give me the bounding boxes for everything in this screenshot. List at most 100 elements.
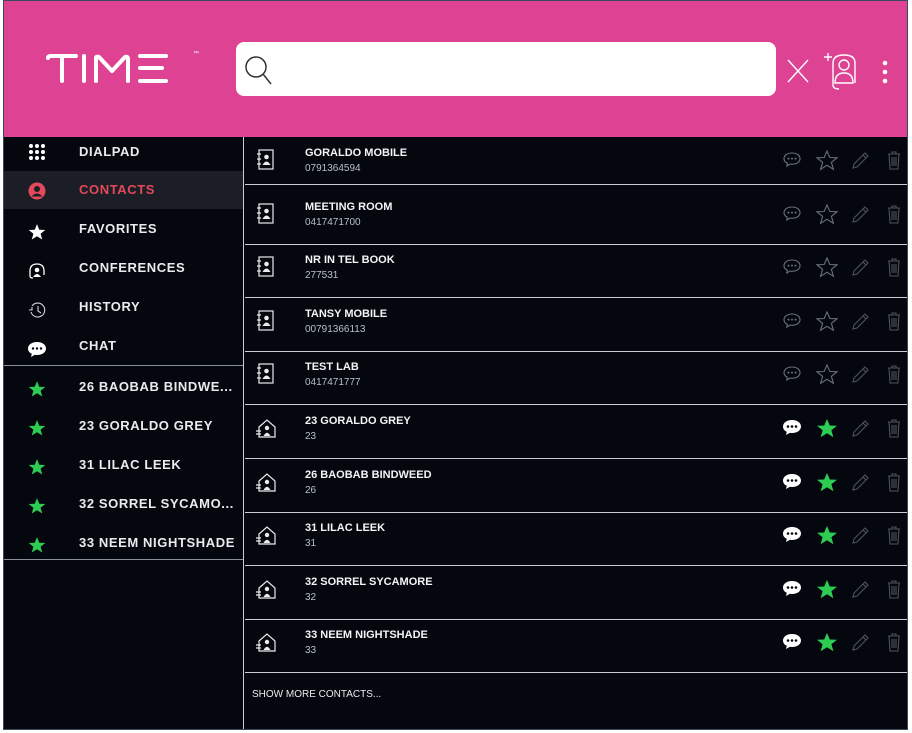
favorite-star-icon[interactable] <box>816 524 838 546</box>
contact-name: NR IN TEL BOOK <box>305 254 395 267</box>
edit-pencil-icon[interactable] <box>849 471 871 493</box>
star-icon <box>26 221 48 243</box>
sidebar-item-conferences[interactable]: CONFERENCES <box>4 249 243 288</box>
favorite-star-icon[interactable] <box>816 471 838 493</box>
chat-icon[interactable] <box>781 578 803 600</box>
favorite-star-icon <box>26 456 48 478</box>
delete-trash-icon[interactable] <box>883 471 905 493</box>
delete-trash-icon[interactable] <box>883 524 905 546</box>
contact-row[interactable]: GORALDO MOBILE 0791364594 <box>245 137 907 185</box>
favorite-star-icon[interactable] <box>816 631 838 653</box>
edit-pencil-icon[interactable] <box>849 310 871 332</box>
favorite-item[interactable]: 26 BAOBAB BINDWE... <box>4 368 243 407</box>
contact-name: 23 GORALDO GREY <box>305 415 411 427</box>
chat-icon[interactable] <box>781 631 803 653</box>
contact-number: 00791366113 <box>305 323 366 335</box>
chat-icon[interactable] <box>781 203 803 225</box>
favorite-item-label: 32 SORREL SYCAMO... <box>79 496 234 511</box>
contact-number: 0417471700 <box>305 216 361 228</box>
internal-contact-icon <box>255 629 277 655</box>
close-icon[interactable] <box>786 57 810 85</box>
contact-number: 0417471777 <box>305 377 361 389</box>
edit-pencil-icon[interactable] <box>849 256 871 278</box>
conference-headset-icon <box>26 260 48 282</box>
sidebar-item-contacts[interactable]: CONTACTS <box>4 171 243 209</box>
chat-icon[interactable] <box>781 417 803 439</box>
delete-trash-icon[interactable] <box>883 203 905 225</box>
search-box[interactable] <box>236 42 776 96</box>
contact-row[interactable]: NR IN TEL BOOK 277531 <box>245 244 907 299</box>
delete-trash-icon[interactable] <box>883 363 905 385</box>
favorite-star-icon[interactable] <box>815 203 839 225</box>
contact-row[interactable]: MEETING ROOM 0417471700 <box>245 191 907 245</box>
favorite-star-icon[interactable] <box>815 256 839 278</box>
edit-pencil-icon[interactable] <box>849 203 871 225</box>
show-more-contacts-link[interactable]: SHOW MORE CONTACTS... <box>252 689 381 700</box>
chat-icon[interactable] <box>781 524 803 546</box>
sidebar-item-label: HISTORY <box>79 299 141 314</box>
contact-number: 31 <box>305 538 317 550</box>
edit-pencil-icon[interactable] <box>849 417 871 439</box>
search-icon <box>245 56 272 85</box>
edit-pencil-icon[interactable] <box>849 631 871 653</box>
favorite-star-icon <box>26 378 48 400</box>
contact-number: 26 <box>305 484 317 496</box>
dialpad-grid-icon <box>26 141 48 163</box>
contact-row[interactable]: 32 SORREL SYCAMORE 32 <box>245 566 907 620</box>
favorite-item[interactable]: 33 NEEM NIGHTSHADE <box>4 524 243 563</box>
sidebar-item-label: CONFERENCES <box>79 260 186 275</box>
favorite-star-icon[interactable] <box>816 578 838 600</box>
chat-bubble-icon <box>26 338 48 360</box>
favorite-item[interactable]: 31 LILAC LEEK <box>4 446 243 485</box>
contact-row[interactable]: 26 BAOBAB BINDWEED 26 <box>245 459 907 513</box>
contact-row[interactable]: TANSY MOBILE 00791366113 <box>245 298 907 352</box>
favorite-star-icon[interactable] <box>815 363 839 385</box>
contact-name: TANSY MOBILE <box>305 307 388 320</box>
favorite-item-label: 33 NEEM NIGHTSHADE <box>79 535 235 550</box>
contact-name: 31 LILAC LEEK <box>305 522 386 535</box>
contact-name: MEETING ROOM <box>305 200 393 213</box>
sidebar-item-chat[interactable]: CHAT <box>4 327 243 366</box>
contact-person-icon <box>26 180 48 202</box>
edit-pencil-icon[interactable] <box>849 524 871 546</box>
delete-trash-icon[interactable] <box>883 417 905 439</box>
delete-trash-icon[interactable] <box>883 631 905 653</box>
edit-pencil-icon[interactable] <box>849 149 871 171</box>
edit-pencil-icon[interactable] <box>849 363 871 385</box>
delete-trash-icon[interactable] <box>883 256 905 278</box>
add-contact-icon[interactable] <box>822 49 858 93</box>
contact-name: 26 BAOBAB BINDWEED <box>305 468 432 481</box>
chat-icon[interactable] <box>781 310 803 332</box>
edit-pencil-icon[interactable] <box>849 578 871 600</box>
sidebar-item-favorites[interactable]: FAVORITES <box>4 210 243 249</box>
sidebar-divider <box>4 559 243 560</box>
favorite-star-icon[interactable] <box>815 149 839 171</box>
sidebar-item-label: CONTACTS <box>79 182 156 197</box>
contact-number: 32 <box>305 591 317 603</box>
delete-trash-icon[interactable] <box>883 578 905 600</box>
contact-row[interactable]: 33 NEEM NIGHTSHADE 33 <box>245 619 907 674</box>
history-clock-icon <box>26 299 48 321</box>
internal-contact-icon <box>255 576 277 602</box>
sidebar-item-label: CHAT <box>79 338 117 353</box>
favorite-item[interactable]: 23 GORALDO GREY <box>4 407 243 446</box>
delete-trash-icon[interactable] <box>883 149 905 171</box>
contact-row[interactable]: TEST LAB 0417471777 <box>245 351 907 406</box>
chat-icon[interactable] <box>781 149 803 171</box>
phonebook-contact-icon <box>255 361 277 387</box>
internal-contact-icon <box>255 522 277 548</box>
chat-icon[interactable] <box>781 363 803 385</box>
search-input[interactable] <box>274 50 768 90</box>
more-vertical-icon[interactable] <box>878 57 892 89</box>
favorite-star-icon[interactable] <box>815 310 839 332</box>
chat-icon[interactable] <box>781 256 803 278</box>
sidebar: DIALPAD CONTACTS FAVORITES CONFERENCES H… <box>4 137 244 729</box>
delete-trash-icon[interactable] <box>883 310 905 332</box>
trademark-symbol: ™ <box>193 51 199 57</box>
chat-icon[interactable] <box>781 471 803 493</box>
contact-row[interactable]: 23 GORALDO GREY 23 <box>245 405 907 459</box>
sidebar-item-history[interactable]: HISTORY <box>4 288 243 327</box>
favorite-item[interactable]: 32 SORREL SYCAMO... <box>4 485 243 524</box>
favorite-star-icon[interactable] <box>816 417 838 439</box>
contact-row[interactable]: 31 LILAC LEEK 31 <box>245 512 907 567</box>
